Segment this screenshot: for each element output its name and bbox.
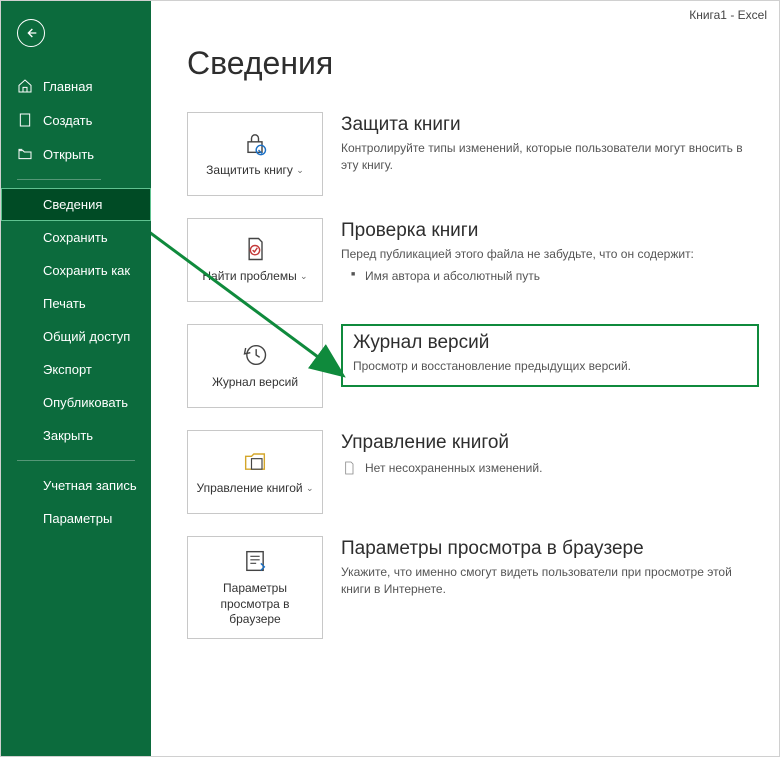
nav-label: Общий доступ <box>43 329 130 344</box>
back-button[interactable] <box>17 19 45 47</box>
document-check-icon <box>241 235 269 263</box>
section-title: Проверка книги <box>341 220 759 242</box>
section-manage: Управление книгой ⌄ Управление книгой Не… <box>187 430 759 514</box>
nav-label: Сведения <box>43 197 102 212</box>
button-label: Защитить книгу <box>206 163 293 177</box>
lock-icon <box>241 129 269 157</box>
nav-label: Опубликовать <box>43 395 128 410</box>
button-label: Журнал версий <box>212 375 298 391</box>
section-title: Защита книги <box>341 114 759 136</box>
nav-separator <box>17 179 101 180</box>
window-title: Книга1 - Excel <box>151 1 779 29</box>
check-issues-button[interactable]: Найти проблемы ⌄ <box>187 218 323 302</box>
browser-icon <box>241 547 269 575</box>
nav-save[interactable]: Сохранить <box>1 221 151 254</box>
highlighted-section: Журнал версий Просмотр и восстановление … <box>341 324 759 387</box>
section-history: Журнал версий Журнал версий Просмотр и в… <box>187 324 759 408</box>
nav-label: Создать <box>43 113 92 128</box>
no-unsaved-changes: Нет несохраненных изменений. <box>341 460 759 476</box>
document-icon <box>341 460 357 476</box>
nav-export[interactable]: Экспорт <box>1 353 151 386</box>
nav-new[interactable]: Создать <box>1 103 151 137</box>
nav-share[interactable]: Общий доступ <box>1 320 151 353</box>
nav-label: Закрыть <box>43 428 93 443</box>
folder-icon <box>241 447 269 475</box>
section-desc: Контролируйте типы изменений, которые по… <box>341 140 759 174</box>
page-title: Сведения <box>187 45 759 82</box>
nav-account[interactable]: Учетная запись <box>1 469 151 502</box>
nav-label: Печать <box>43 296 86 311</box>
inspect-findings-list: Имя автора и абсолютный путь <box>341 267 759 286</box>
back-arrow-icon <box>23 25 39 41</box>
browser-view-options-button[interactable]: Параметры просмотра в браузере <box>187 536 323 639</box>
backstage-sidebar: Главная Создать Открыть Сведения Сохрани… <box>1 1 151 756</box>
section-inspect: Найти проблемы ⌄ Проверка книги Перед пу… <box>187 218 759 302</box>
nav-print[interactable]: Печать <box>1 287 151 320</box>
nav-label: Открыть <box>43 147 94 162</box>
nav-label: Учетная запись <box>43 478 137 493</box>
manage-workbook-button[interactable]: Управление книгой ⌄ <box>187 430 323 514</box>
chevron-down-icon: ⌄ <box>296 165 304 177</box>
nav-home[interactable]: Главная <box>1 69 151 103</box>
chevron-down-icon: ⌄ <box>300 271 308 283</box>
nav-options[interactable]: Параметры <box>1 502 151 535</box>
nav-label: Сохранить <box>43 230 108 245</box>
nav-close[interactable]: Закрыть <box>1 419 151 452</box>
nav-label: Сохранить как <box>43 263 130 278</box>
nav-publish[interactable]: Опубликовать <box>1 386 151 419</box>
nav-label: Главная <box>43 79 92 94</box>
nav-label: Параметры <box>43 511 112 526</box>
version-history-button[interactable]: Журнал версий <box>187 324 323 408</box>
nav-saveas[interactable]: Сохранить как <box>1 254 151 287</box>
section-title: Управление книгой <box>341 432 759 454</box>
section-desc: Просмотр и восстановление предыдущих вер… <box>353 358 747 375</box>
nav-label: Экспорт <box>43 362 92 377</box>
section-protect: Защитить книгу ⌄ Защита книги Контролиру… <box>187 112 759 196</box>
backstage-main: Сведения Защитить книгу ⌄ Защита книги К… <box>151 29 779 756</box>
button-label: Управление книгой <box>196 481 302 495</box>
button-label: Найти проблемы <box>202 269 296 283</box>
nav-open[interactable]: Открыть <box>1 137 151 171</box>
section-desc: Перед публикацией этого файла не забудьт… <box>341 246 759 263</box>
section-browser: Параметры просмотра в браузере Параметры… <box>187 536 759 639</box>
section-desc: Укажите, что именно смогут видеть пользо… <box>341 564 759 598</box>
nav-separator <box>17 460 135 461</box>
chevron-down-icon: ⌄ <box>306 483 314 495</box>
button-label: Параметры просмотра в браузере <box>194 581 316 628</box>
home-icon <box>17 78 33 94</box>
section-title: Журнал версий <box>353 332 747 354</box>
protect-workbook-button[interactable]: Защитить книгу ⌄ <box>187 112 323 196</box>
history-icon <box>241 341 269 369</box>
status-text: Нет несохраненных изменений. <box>365 461 542 475</box>
open-icon <box>17 146 33 162</box>
list-item: Имя автора и абсолютный путь <box>341 267 759 286</box>
section-title: Параметры просмотра в браузере <box>341 538 759 560</box>
nav-info[interactable]: Сведения <box>1 188 151 221</box>
new-icon <box>17 112 33 128</box>
